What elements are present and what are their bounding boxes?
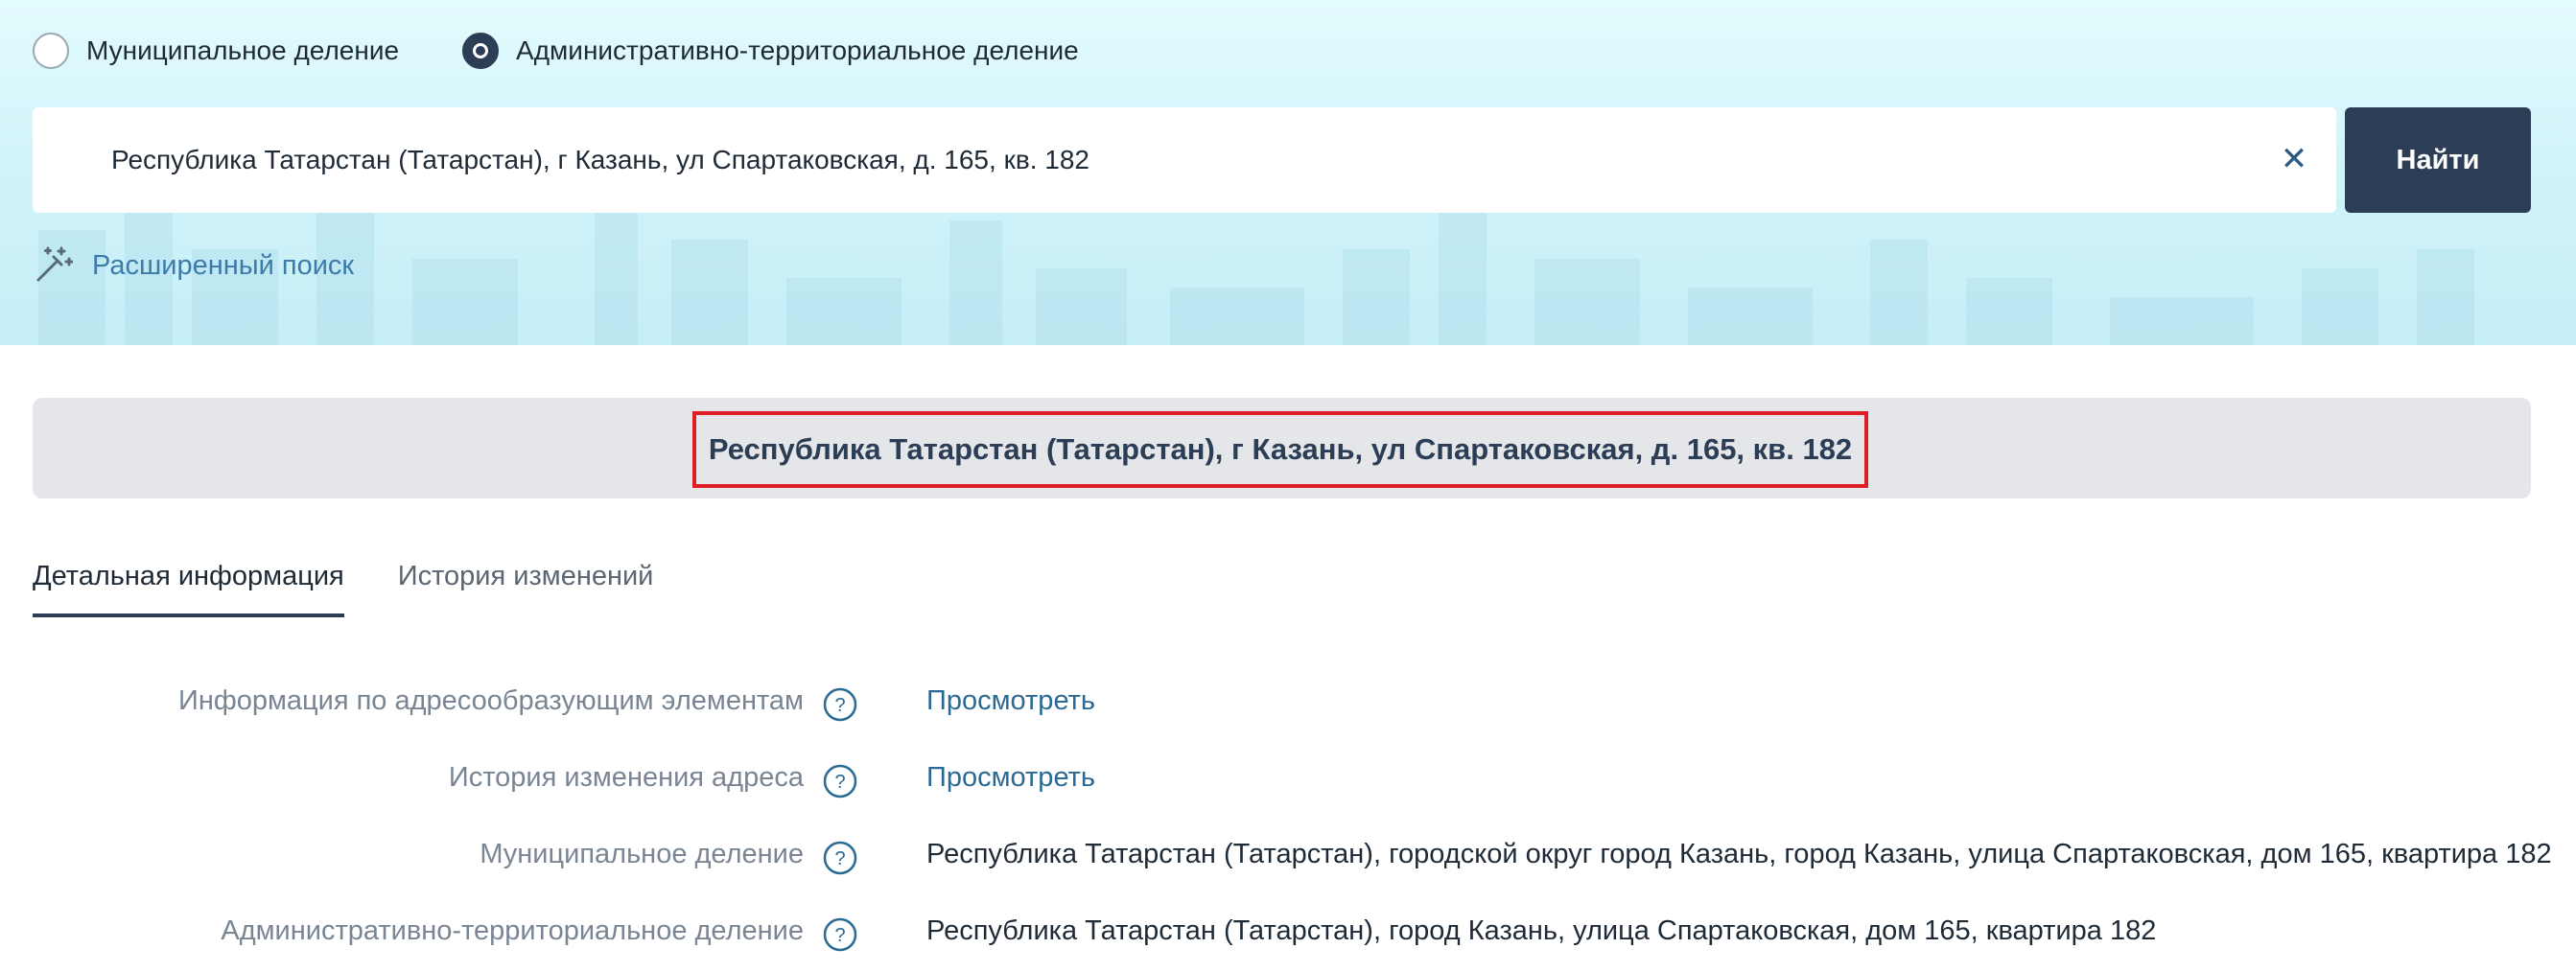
magic-wand-icon: [36, 246, 73, 282]
detail-row-administrative-division: Административно-территориальное деление …: [0, 908, 2576, 956]
detail-row-address-elements: Информация по адресообразующим элементам…: [0, 678, 2576, 726]
svg-text:?: ?: [834, 695, 845, 716]
city-skyline-background: [38, 192, 2474, 345]
svg-text:?: ?: [834, 925, 845, 946]
radio-label: Административно-территориальное деление: [516, 35, 1079, 65]
detail-label: Административно-территориальное деление: [221, 915, 804, 946]
svg-text:?: ?: [834, 848, 845, 869]
close-icon[interactable]: ✕: [2275, 140, 2313, 178]
radio-municipal-division[interactable]: Муниципальное деление: [33, 33, 399, 69]
detail-label: История изменения адреса: [448, 762, 804, 793]
tab-change-history[interactable]: История изменений: [398, 561, 654, 617]
tab-detailed-info[interactable]: Детальная информация: [33, 561, 344, 617]
detail-label: Муниципальное деление: [480, 839, 804, 869]
help-icon[interactable]: ?: [823, 764, 857, 798]
help-icon[interactable]: ?: [823, 917, 857, 952]
view-link[interactable]: Просмотреть: [926, 762, 1095, 794]
search-header: Муниципальное деление Административно-те…: [0, 0, 2576, 345]
radio-checked-icon[interactable]: [462, 33, 500, 69]
detail-label: Информация по адресообразующим элементам: [177, 685, 804, 716]
result-title-highlight: Республика Татарстан (Татарстан), г Каза…: [692, 411, 1868, 488]
view-link[interactable]: Просмотреть: [926, 685, 1095, 717]
detail-value: Республика Татарстан (Татарстан), городс…: [926, 839, 2552, 869]
radio-label: Муниципальное деление: [86, 35, 400, 65]
search-input[interactable]: [109, 144, 2223, 176]
detail-row-address-history: История изменения адреса ? Просмотреть: [0, 754, 2576, 802]
svg-text:?: ?: [834, 772, 845, 793]
help-icon[interactable]: ?: [823, 841, 857, 875]
detail-row-municipal-division: Муниципальное деление ? Республика Татар…: [0, 831, 2576, 879]
detail-value: Республика Татарстан (Татарстан), город …: [926, 915, 2157, 946]
result-title: Республика Татарстан (Татарстан), г Каза…: [708, 432, 1853, 466]
advanced-search-link[interactable]: Расширенный поиск: [33, 245, 354, 286]
search-field: ✕: [33, 107, 2336, 213]
find-button[interactable]: Найти: [2345, 107, 2531, 213]
division-type-radio-group: Муниципальное деление Административно-те…: [33, 33, 1142, 69]
advanced-search-label: Расширенный поиск: [92, 249, 355, 281]
result-tabs: Детальная информация История изменений: [33, 561, 707, 617]
radio-administrative-division[interactable]: Административно-территориальное деление: [462, 33, 1079, 69]
radio-unchecked-icon[interactable]: [33, 33, 69, 69]
help-icon[interactable]: ?: [823, 687, 857, 722]
